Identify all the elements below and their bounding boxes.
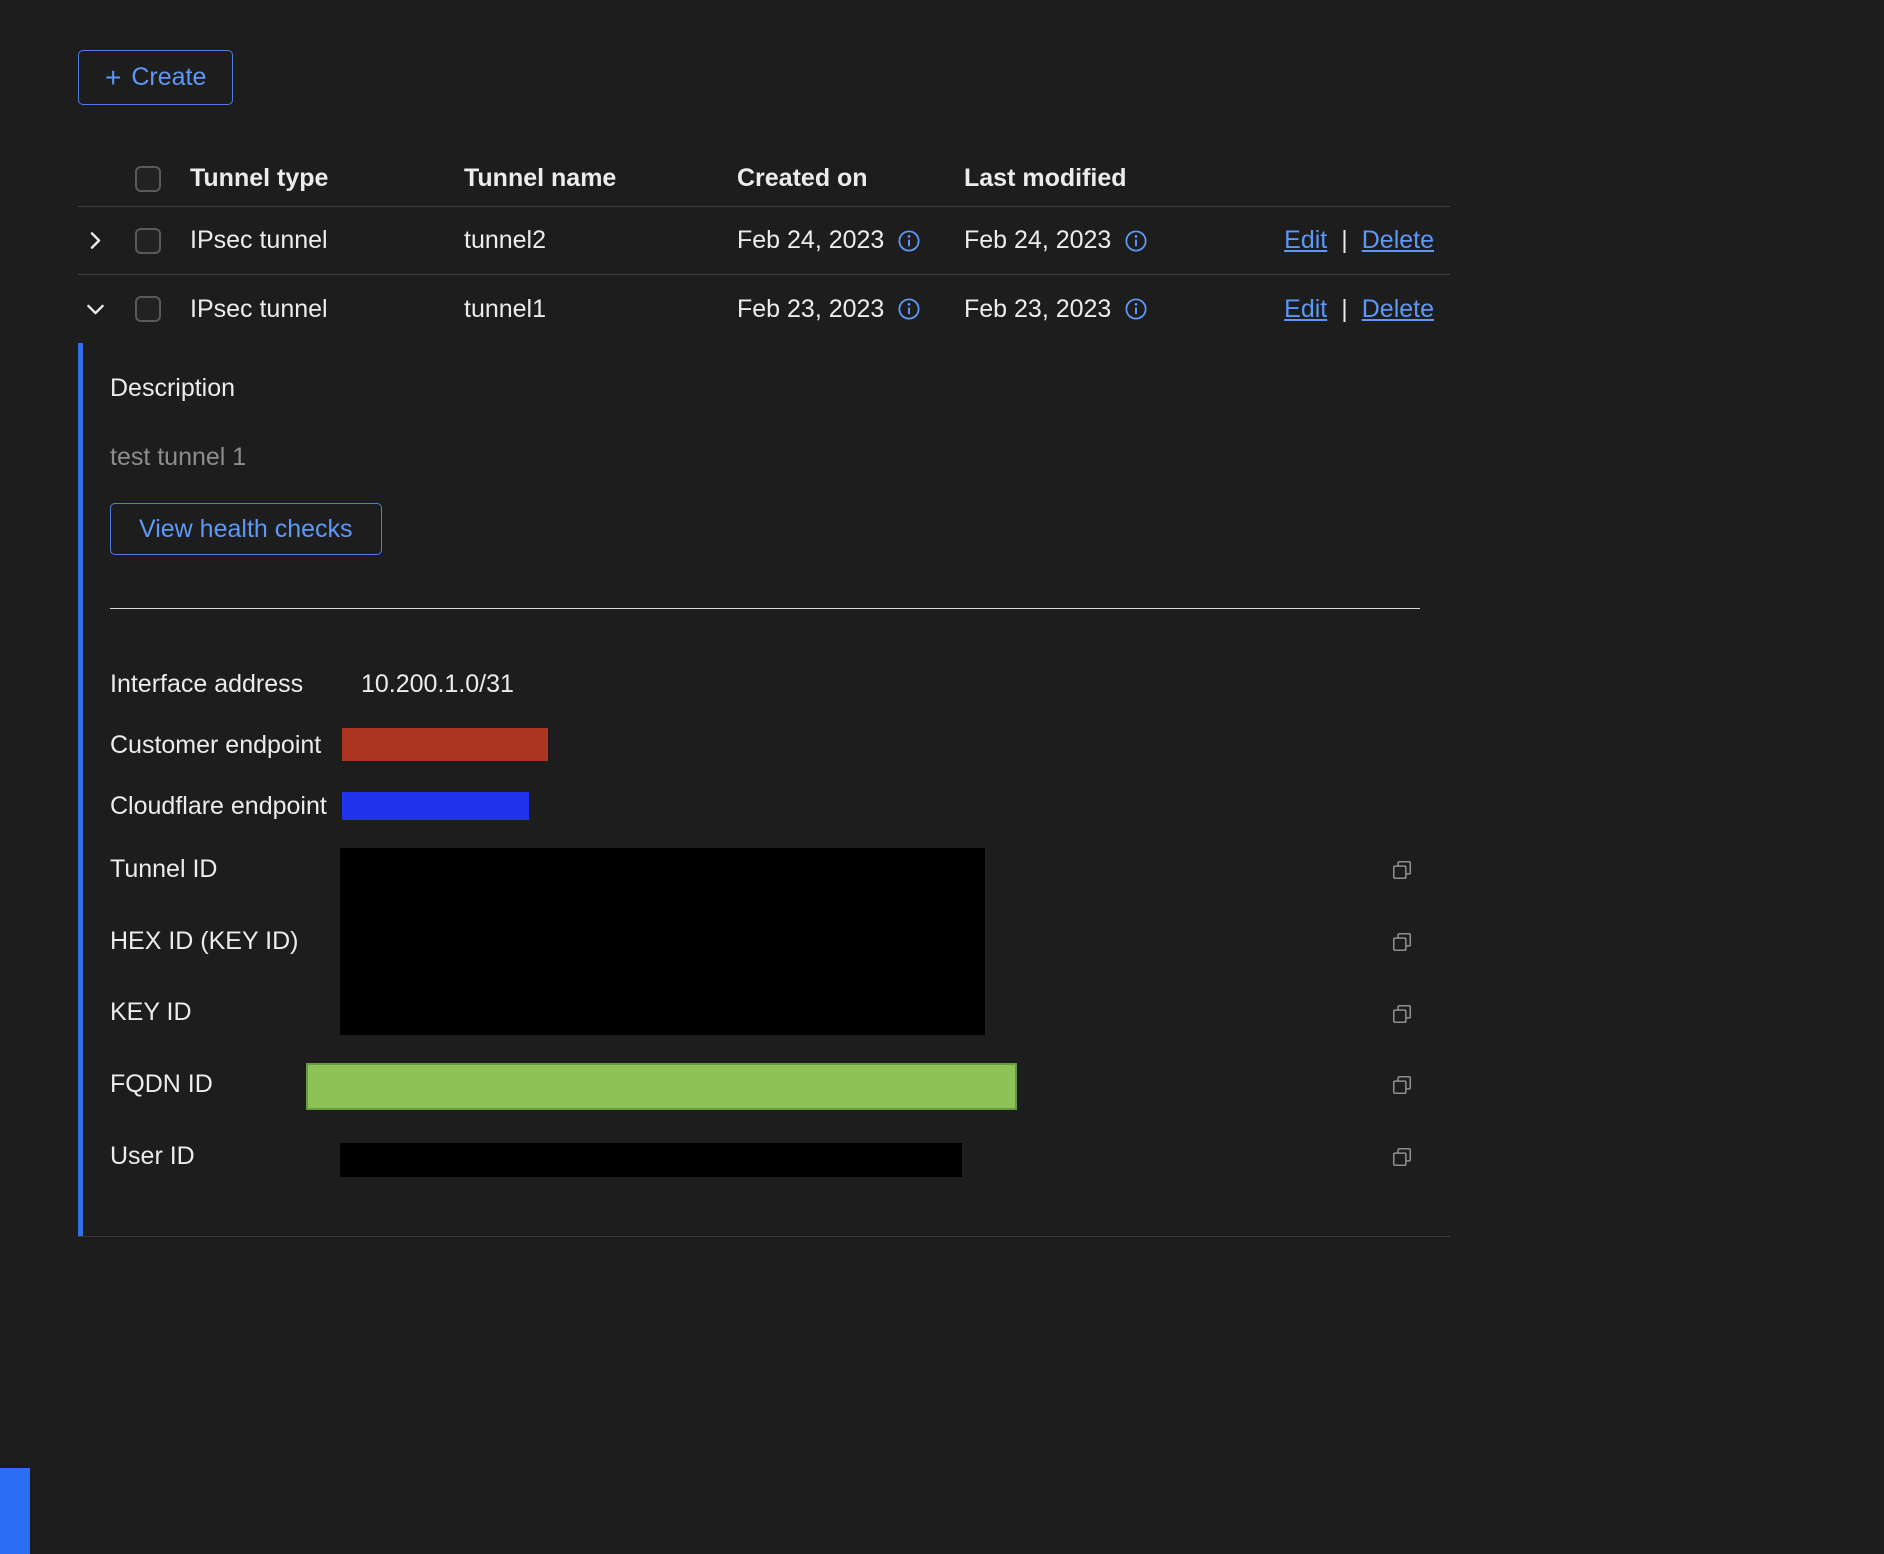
last-modified-cell: Feb 24, 2023 [964, 226, 1282, 255]
select-all-checkbox[interactable] [135, 166, 161, 192]
tunnel-name-cell: tunnel1 [464, 295, 737, 324]
created-on-cell: Feb 24, 2023 [737, 226, 964, 255]
info-icon[interactable] [898, 298, 920, 320]
tunnel-type-cell: IPsec tunnel [190, 295, 464, 324]
tunnel-detail-panel: Description test tunnel 1 View health ch… [78, 343, 1450, 1237]
table-row: IPsec tunnel tunnel2 Feb 24, 2023 Feb 24… [78, 207, 1450, 275]
user-id-redacted-value [340, 1143, 962, 1177]
last-modified-cell: Feb 23, 2023 [964, 295, 1282, 324]
interface-address-label: Interface address [110, 669, 303, 699]
row-actions: Edit | Delete [1282, 295, 1450, 324]
created-on-text: Feb 23, 2023 [737, 295, 884, 324]
copy-icon[interactable] [1390, 1146, 1414, 1170]
table-header-row: Tunnel type Tunnel name Created on Last … [78, 151, 1450, 207]
info-icon[interactable] [1125, 298, 1147, 320]
edit-link[interactable]: Edit [1284, 226, 1327, 255]
view-health-checks-button[interactable]: View health checks [110, 503, 382, 555]
tunnels-page: + Create Tunnel type Tunnel name Created… [0, 0, 1884, 1237]
plus-icon: + [105, 64, 121, 92]
create-button-label: Create [131, 63, 206, 92]
created-on-text: Feb 24, 2023 [737, 226, 884, 255]
tunnel-type-cell: IPsec tunnel [190, 226, 464, 255]
actions-separator: | [1341, 226, 1348, 255]
expand-chevron-right-icon[interactable] [78, 231, 135, 250]
last-modified-text: Feb 24, 2023 [964, 226, 1111, 255]
description-label: Description [110, 373, 235, 403]
cloudflare-endpoint-redacted-value [342, 792, 529, 820]
created-on-cell: Feb 23, 2023 [737, 295, 964, 324]
cloudflare-endpoint-label: Cloudflare endpoint [110, 791, 327, 821]
copy-icon[interactable] [1390, 859, 1414, 883]
interface-address-value: 10.200.1.0/31 [361, 669, 514, 699]
fqdn-id-redacted-value [306, 1063, 1017, 1110]
row-checkbox[interactable] [135, 296, 161, 322]
info-icon[interactable] [1125, 230, 1147, 252]
copy-icon[interactable] [1390, 1074, 1414, 1098]
create-button[interactable]: + Create [78, 50, 233, 105]
fqdn-id-label: FQDN ID [110, 1069, 213, 1099]
copy-icon[interactable] [1390, 931, 1414, 955]
tunnel-name-cell: tunnel2 [464, 226, 737, 255]
last-modified-text: Feb 23, 2023 [964, 295, 1111, 324]
expanded-row-indicator-bar [78, 343, 83, 1236]
tunnels-table: Tunnel type Tunnel name Created on Last … [78, 151, 1450, 1237]
copy-icon[interactable] [1390, 1003, 1414, 1027]
section-divider [110, 608, 1420, 609]
row-actions: Edit | Delete [1282, 226, 1450, 255]
collapse-chevron-down-icon[interactable] [78, 300, 135, 319]
info-icon[interactable] [898, 230, 920, 252]
customer-endpoint-redacted-value [342, 728, 548, 761]
hex-id-label: HEX ID (KEY ID) [110, 926, 298, 956]
bottom-left-blue-bar [0, 1468, 30, 1554]
column-header-created-on: Created on [737, 164, 964, 193]
edit-link[interactable]: Edit [1284, 295, 1327, 324]
column-header-tunnel-name: Tunnel name [464, 164, 737, 193]
delete-link[interactable]: Delete [1362, 226, 1434, 255]
table-row: IPsec tunnel tunnel1 Feb 23, 2023 Feb 23… [78, 275, 1450, 343]
row-checkbox[interactable] [135, 228, 161, 254]
description-value: test tunnel 1 [110, 442, 246, 472]
key-id-label: KEY ID [110, 997, 192, 1027]
actions-separator: | [1341, 295, 1348, 324]
delete-link[interactable]: Delete [1362, 295, 1434, 324]
column-header-tunnel-type: Tunnel type [190, 164, 464, 193]
customer-endpoint-label: Customer endpoint [110, 730, 321, 760]
tunnel-hex-key-redacted-value [340, 848, 985, 1035]
tunnel-id-label: Tunnel ID [110, 854, 217, 884]
column-header-last-modified: Last modified [964, 164, 1282, 193]
user-id-label: User ID [110, 1141, 195, 1171]
